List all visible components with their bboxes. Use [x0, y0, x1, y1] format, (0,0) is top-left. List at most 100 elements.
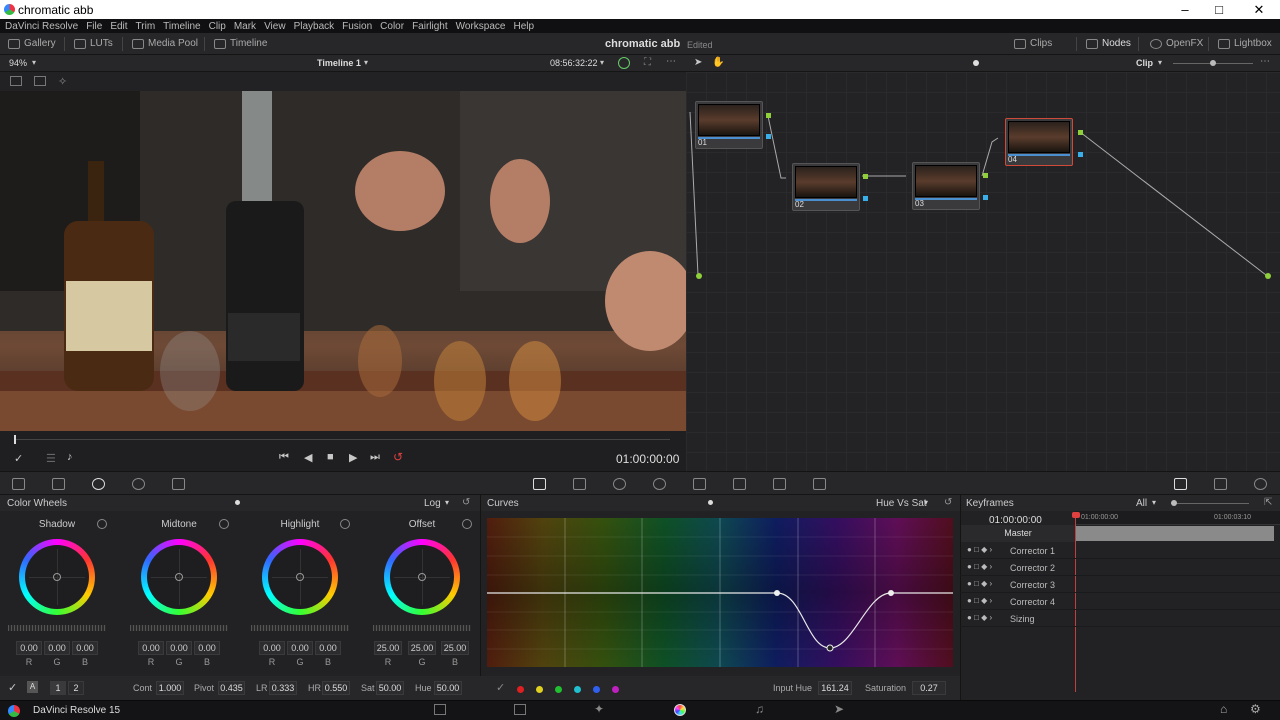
node-01[interactable]: 01 — [695, 101, 763, 149]
keyframe-zoom-slider[interactable] — [1171, 503, 1249, 504]
node-key-pin[interactable] — [766, 134, 771, 139]
3d-icon[interactable] — [813, 478, 826, 490]
red-hue-dot[interactable] — [517, 686, 524, 693]
midtone-b-value[interactable]: 0.00 — [194, 641, 220, 655]
node-03[interactable]: 03 — [912, 162, 980, 210]
rgb-mixer-icon[interactable] — [132, 478, 145, 490]
expand-icon[interactable]: ⇱ — [1264, 497, 1272, 508]
keyframe-track-row[interactable]: ● □ ◆ › Corrector 2 — [960, 560, 1280, 576]
keyframe-ruler[interactable]: 01:00:00:00 01:00:03:10 — [1075, 511, 1280, 525]
chevron-down-icon[interactable]: ▾ — [924, 498, 928, 507]
offset-master-slider[interactable] — [373, 625, 471, 631]
media-pool-button[interactable]: Media Pool — [132, 38, 198, 49]
keyframe-track-row[interactable]: ● □ ◆ › Corrector 1 — [960, 543, 1280, 559]
highlight-g-value[interactable]: 0.00 — [287, 641, 313, 655]
saturation-input[interactable]: 50.00 — [376, 681, 404, 695]
pivot-input[interactable]: 0.435 — [218, 681, 245, 695]
playhead-marker[interactable] — [14, 435, 16, 444]
master-track-bar[interactable] — [1076, 526, 1274, 541]
midtone-g-value[interactable]: 0.00 — [166, 641, 192, 655]
high-range-input[interactable]: 0.550 — [322, 681, 350, 695]
contrast-input[interactable]: 1.000 — [156, 681, 184, 695]
reset-icon[interactable]: ↺ — [944, 497, 952, 508]
timeline-button[interactable]: Timeline — [214, 38, 267, 49]
edit-page-icon[interactable] — [514, 704, 526, 715]
keyframe-track-row[interactable]: ● □ ◆ › Corrector 4 — [960, 594, 1280, 610]
settings-gear-icon[interactable]: ⚙ — [1250, 702, 1261, 716]
menu-item[interactable]: Trim — [136, 21, 156, 32]
node-output-pin[interactable] — [863, 174, 868, 179]
hue-vs-sat-curve-graph[interactable] — [487, 518, 953, 667]
magenta-hue-dot[interactable] — [612, 686, 619, 693]
chevron-down-icon[interactable]: ▾ — [445, 498, 449, 507]
page-2-button[interactable]: 2 — [68, 681, 84, 695]
wheel-mode-dropdown[interactable]: Log — [424, 498, 441, 509]
chevron-down-icon[interactable]: ▾ — [32, 58, 36, 67]
home-icon[interactable]: ⌂ — [1220, 702, 1227, 716]
hue-input[interactable]: 50.00 — [434, 681, 462, 695]
node-output-pin[interactable] — [983, 173, 988, 178]
openfx-button[interactable]: OpenFX — [1150, 38, 1203, 49]
input-hue-input[interactable]: 161.24 — [818, 681, 852, 695]
layers-icon[interactable]: ☰ — [46, 452, 56, 465]
shadow-wheel[interactable] — [19, 539, 95, 615]
menu-item[interactable]: Timeline — [163, 21, 200, 32]
blue-hue-dot[interactable] — [593, 686, 600, 693]
menu-item[interactable]: Edit — [110, 21, 127, 32]
key-icon[interactable] — [733, 478, 746, 490]
shadow-r-value[interactable]: 0.00 — [16, 641, 42, 655]
reset-icon[interactable] — [97, 519, 107, 529]
offset-g-value[interactable]: 25.00 — [408, 641, 436, 655]
menu-item[interactable]: DaVinci Resolve — [5, 21, 78, 32]
media-page-icon[interactable] — [434, 704, 446, 715]
menu-item[interactable]: Fairlight — [412, 21, 448, 32]
node-output-pin[interactable] — [1078, 130, 1083, 135]
jump-end-icon[interactable]: ⏭ — [370, 451, 380, 464]
page-1-button[interactable]: 1 — [50, 681, 66, 695]
more-options-icon[interactable]: ⋯ — [1260, 56, 1270, 67]
shadow-b-value[interactable]: 0.00 — [72, 641, 98, 655]
node-key-pin[interactable] — [983, 195, 988, 200]
node-mode-dropdown[interactable]: Clip — [1136, 58, 1153, 68]
cyan-hue-dot[interactable] — [574, 686, 581, 693]
output-pin[interactable] — [1265, 273, 1271, 279]
keyframe-filter-dropdown[interactable]: All — [1136, 498, 1147, 509]
green-hue-dot[interactable] — [555, 686, 562, 693]
source-input-pin[interactable] — [696, 273, 702, 279]
keyframe-playhead-handle[interactable] — [1072, 512, 1080, 518]
deliver-page-icon[interactable]: ➤ — [834, 702, 844, 716]
shadow-master-slider[interactable] — [8, 625, 106, 631]
split-screen-icon[interactable] — [34, 76, 46, 86]
viewer-image[interactable] — [0, 91, 686, 431]
chevron-down-icon[interactable]: ▾ — [1158, 58, 1162, 67]
viewer-mode-icon[interactable] — [10, 76, 22, 86]
node-graph[interactable]: 01 02 03 04 — [686, 72, 1280, 471]
qualifier-icon[interactable] — [573, 478, 586, 490]
zoom-slider-handle[interactable] — [1210, 60, 1216, 66]
clips-button[interactable]: Clips — [1014, 38, 1052, 49]
curves-icon[interactable] — [533, 478, 546, 490]
nodes-button[interactable]: Nodes — [1086, 38, 1131, 49]
blur-icon[interactable] — [693, 478, 706, 490]
fairlight-page-icon[interactable]: ♫ — [755, 702, 764, 716]
gallery-button[interactable]: Gallery — [8, 38, 56, 49]
keyframe-track-row[interactable]: ● □ ◆ › Sizing — [960, 611, 1280, 627]
maximize-icon[interactable]: □ — [1204, 2, 1234, 17]
keyframes-icon[interactable] — [1174, 478, 1187, 490]
hand-icon[interactable]: ✋ — [712, 57, 724, 68]
jump-start-icon[interactable]: ⏮ — [279, 451, 289, 464]
midtone-r-value[interactable]: 0.00 — [138, 641, 164, 655]
offset-b-value[interactable]: 25.00 — [441, 641, 469, 655]
midtone-wheel[interactable] — [141, 539, 217, 615]
chevron-down-icon[interactable]: ▾ — [600, 58, 604, 67]
info-icon[interactable] — [1254, 478, 1267, 490]
highlight-icon[interactable]: ✧ — [58, 75, 67, 88]
curve-saturation-input[interactable]: 0.27 — [912, 681, 946, 695]
highlight-b-value[interactable]: 0.00 — [315, 641, 341, 655]
node-04[interactable]: 04 — [1005, 118, 1073, 166]
fullscreen-icon[interactable]: ⛶ — [644, 57, 651, 68]
stop-icon[interactable]: ■ — [327, 451, 334, 463]
color-wheels-icon[interactable] — [92, 478, 105, 490]
fusion-page-icon[interactable]: ✦ — [594, 702, 604, 716]
menu-item[interactable]: Color — [380, 21, 404, 32]
